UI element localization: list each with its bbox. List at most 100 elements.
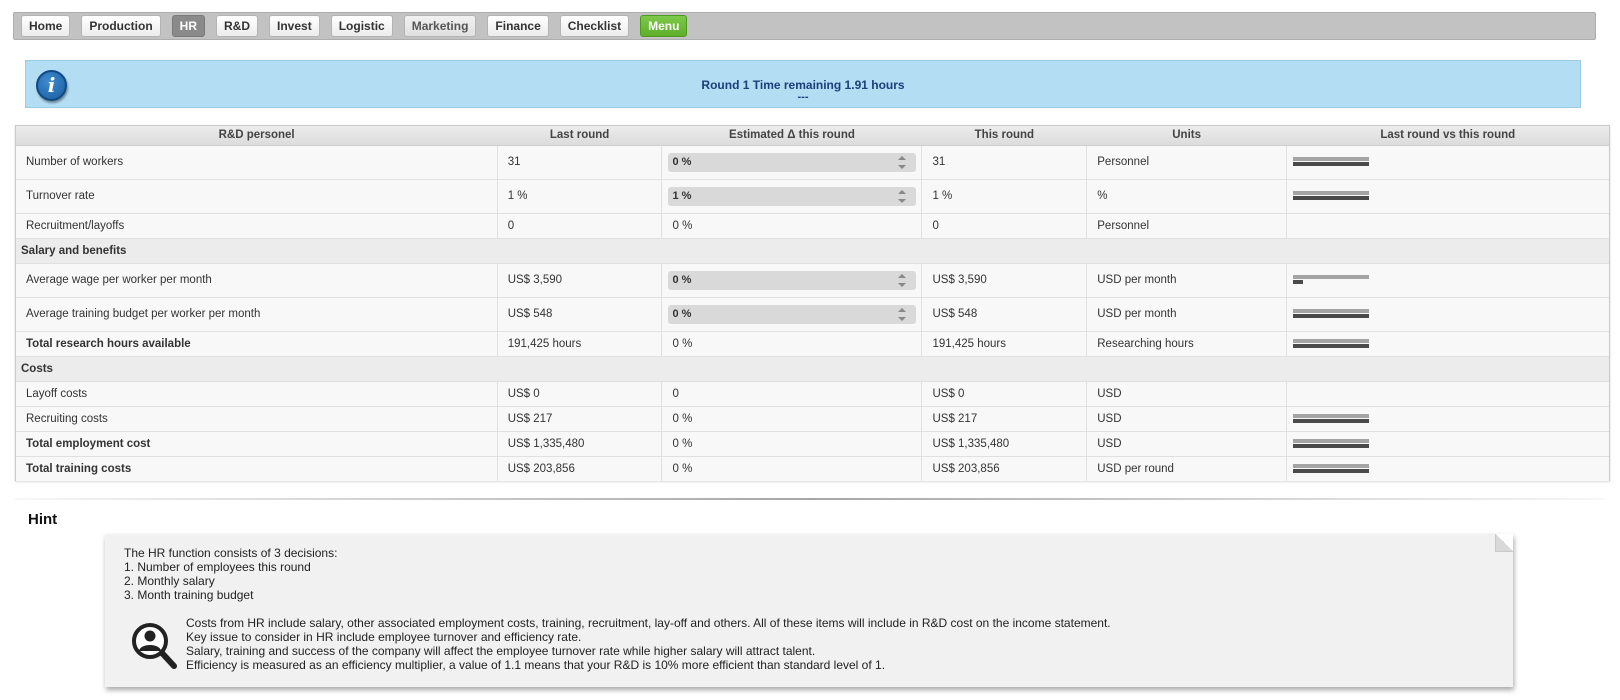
nav-tab-logistic[interactable]: Logistic <box>330 15 393 37</box>
comparison-bars <box>1292 413 1369 424</box>
delta-cell: 0 <box>661 380 923 406</box>
col-header-units: Units <box>1086 126 1287 146</box>
delta-spinner-input[interactable]: 0 % <box>668 270 917 290</box>
delta-cell: 1 % <box>661 178 923 213</box>
hint-line: The HR function consists of 3 decisions: <box>124 546 338 560</box>
info-banner: i Round 1 Time remaining 1.91 hours --- <box>25 60 1581 108</box>
this-round-value: US$ 203,856 <box>921 455 1088 481</box>
this-round-bar <box>1292 280 1303 284</box>
table-row: Recruiting costs US$ 217 0 % US$ 217 USD <box>16 405 1609 431</box>
col-header-comparison: Last round vs this round <box>1286 126 1609 146</box>
spinner-arrows-icon[interactable] <box>898 273 907 287</box>
this-round-value: US$ 217 <box>921 405 1088 431</box>
table-row: Total employment cost US$ 1,335,480 0 % US$… <box>16 430 1609 456</box>
round-timer-text: Round 1 Time remaining 1.91 hours <box>701 78 905 92</box>
row-label: Average wage per worker per month <box>16 262 498 297</box>
last-round-value: 31 <box>497 144 663 179</box>
this-round-bar <box>1292 418 1369 423</box>
this-round-bar <box>1292 343 1369 348</box>
col-header-last-round: Last round <box>497 126 662 146</box>
nav-tab-finance[interactable]: Finance <box>487 15 549 37</box>
nav-tab-marketing[interactable]: Marketing <box>403 15 477 37</box>
comparison-bar-cell <box>1286 296 1609 331</box>
magnifier-person-icon <box>132 623 177 669</box>
unit-value: USD per month <box>1086 262 1287 297</box>
this-round-value: 1 % <box>921 178 1088 213</box>
col-header-personel: R&D personel <box>16 126 498 146</box>
this-round-bar <box>1292 468 1369 473</box>
table-row: Total training costs US$ 203,856 0 % US$ 20… <box>16 455 1609 481</box>
comparison-bar-cell <box>1286 330 1609 356</box>
round-timer-sub: --- <box>797 91 809 103</box>
hint-detail-line: Efficiency is measured as an efficiency … <box>186 658 886 672</box>
spinner-arrows-icon[interactable] <box>898 155 907 169</box>
table-row: Average wage per worker per month US$ 3,5… <box>16 262 1609 297</box>
comparison-bars <box>1292 309 1369 319</box>
nav-tab-production[interactable]: Production <box>81 15 161 37</box>
unit-value: USD <box>1086 380 1287 406</box>
col-header-estimated-delta: Estimated Δ this round <box>661 126 922 146</box>
page-fold-icon <box>1495 534 1513 552</box>
this-round-bar <box>1292 314 1369 318</box>
this-round-value: 0 <box>921 212 1088 238</box>
delta-spinner-value: 0 % <box>672 155 692 168</box>
table-row: Layoff costs US$ 0 0 US$ 0 USD <box>16 380 1609 406</box>
this-round-bar <box>1292 196 1369 200</box>
section-row: Costs <box>16 355 1609 381</box>
unit-value: USD <box>1086 405 1287 431</box>
row-label: Average training budget per worker per m… <box>16 296 498 331</box>
nav-tab-invest[interactable]: Invest <box>269 15 320 37</box>
delta-spinner-value: 0 % <box>672 273 692 286</box>
nav-tab-r-d[interactable]: R&D <box>216 15 259 37</box>
delta-cell: 0 % <box>661 330 923 356</box>
row-label: Total training costs <box>16 455 498 481</box>
comparison-bars <box>1292 463 1369 474</box>
row-label: Layoff costs <box>16 380 498 406</box>
delta-spinner-value: 1 % <box>672 189 692 202</box>
comparison-bars <box>1292 275 1369 285</box>
last-round-value: US$ 203,856 <box>497 455 663 481</box>
last-round-value: US$ 0 <box>497 380 663 406</box>
delta-spinner-input[interactable]: 0 % <box>668 304 917 324</box>
unit-value: USD per month <box>1086 296 1287 331</box>
section-title: Costs <box>16 355 1609 381</box>
spinner-arrows-icon[interactable] <box>898 189 907 203</box>
delta-cell: 0 % <box>661 144 923 179</box>
hint-detail-line: Salary, training and success of the comp… <box>186 644 816 658</box>
delta-spinner-input[interactable]: 1 % <box>668 186 917 206</box>
hint-line: 3. Month training budget <box>124 588 254 602</box>
hint-line: 1. Number of employees this round <box>124 560 311 574</box>
section-divider <box>15 496 1605 502</box>
this-round-value: US$ 3,590 <box>921 262 1088 297</box>
comparison-bars <box>1292 157 1369 167</box>
row-label: Number of workers <box>16 144 498 179</box>
last-round-bar <box>1292 275 1369 279</box>
comparison-bar-cell <box>1286 178 1609 213</box>
col-header-this-round: This round <box>921 126 1087 146</box>
comparison-bar-cell <box>1286 212 1609 238</box>
spinner-arrows-icon[interactable] <box>898 307 907 321</box>
nav-tab-home[interactable]: Home <box>21 15 71 37</box>
table-row: Total research hours available 191,425 ho… <box>16 330 1609 356</box>
last-round-value: US$ 548 <box>497 296 663 331</box>
table-row: Average training budget per worker per m… <box>16 296 1609 331</box>
table-header-row: R&D personel Last round Estimated Δ this… <box>16 126 1609 146</box>
delta-spinner-value: 0 % <box>672 307 692 320</box>
hint-detail-text: Costs from HR include salary, other asso… <box>186 616 1111 672</box>
delta-cell: 0 % <box>661 430 923 456</box>
nav-tab-hr[interactable]: HR <box>171 15 206 37</box>
last-round-bar <box>1292 413 1369 418</box>
comparison-bars <box>1292 338 1369 349</box>
this-round-value: 31 <box>921 144 1088 179</box>
this-round-value: 191,425 hours <box>921 330 1088 356</box>
delta-spinner-input[interactable]: 0 % <box>668 152 917 172</box>
section-title: Salary and benefits <box>16 237 1609 263</box>
comparison-bar-cell <box>1286 455 1609 481</box>
comparison-bar-cell <box>1286 144 1609 179</box>
nav-tab-menu[interactable]: Menu <box>640 15 688 37</box>
nav-tab-checklist[interactable]: Checklist <box>559 15 630 37</box>
unit-value: Researching hours <box>1086 330 1287 356</box>
table-row: Number of workers 31 0 % 31 Personnel <box>16 144 1609 179</box>
last-round-bar <box>1292 157 1369 161</box>
last-round-value: 0 <box>497 212 663 238</box>
